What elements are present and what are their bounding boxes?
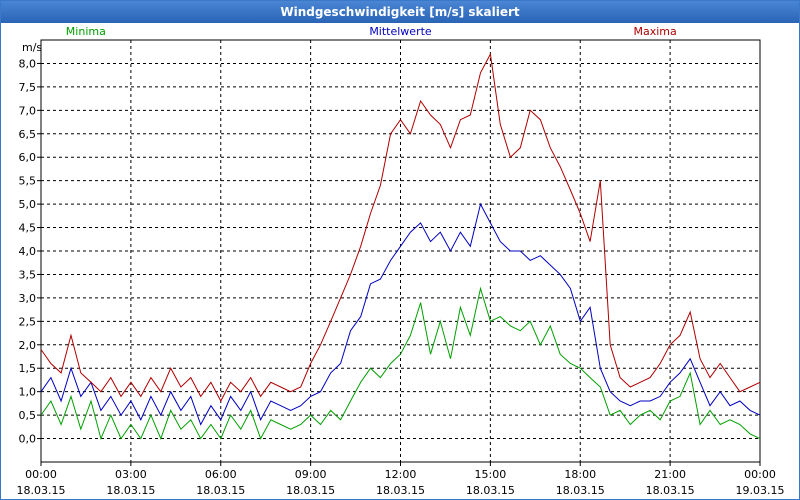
y-tick-label: 4,5 [19, 222, 37, 235]
y-tick-label: 4,0 [19, 245, 37, 258]
y-tick-label: 5,5 [19, 175, 37, 188]
legend-maxima: Maxima [633, 25, 676, 38]
x-tick-time-label: 18:00 [564, 468, 596, 481]
x-tick-date-label: 19.03.15 [736, 484, 785, 497]
legend-minima: Minima [66, 25, 106, 38]
y-axis-label: m/s [22, 41, 42, 54]
y-tick-label: 2,0 [19, 339, 37, 352]
y-tick-label: 6,0 [19, 151, 37, 164]
x-tick-date-label: 18.03.15 [646, 484, 695, 497]
x-tick-time-label: 15:00 [475, 468, 507, 481]
x-tick-time-label: 12:00 [385, 468, 417, 481]
y-tick-label: 0,5 [19, 409, 37, 422]
x-tick-date-label: 18.03.15 [286, 484, 335, 497]
x-tick-date-label: 18.03.15 [466, 484, 515, 497]
y-tick-label: 0,0 [19, 433, 37, 446]
y-tick-label: 8,0 [19, 57, 37, 70]
x-tick-time-label: 06:00 [205, 468, 237, 481]
wind-speed-chart: 0,0 0,5 1,0 1,5 2,0 2,5 3,0 3,5 4,0 4,5 5,0 5,5 6,0 6… [17, 25, 785, 497]
y-tick-label: 1,0 [19, 386, 37, 399]
y-tick-label: 1,5 [19, 362, 37, 375]
x-tick-date-label: 18.03.15 [196, 484, 245, 497]
y-tick-label: 7,5 [19, 81, 37, 94]
legend-mittelwerte: Mittelwerte [369, 25, 432, 38]
x-tick-time-label: 21:00 [654, 468, 686, 481]
x-tick-time-label: 00:00 [25, 468, 57, 481]
y-tick-label: 3,5 [19, 268, 37, 281]
y-tick-label: 6,5 [19, 128, 37, 141]
series-line-mittelwerte [40, 202, 761, 426]
y-tick-label: 2,5 [19, 315, 37, 328]
x-tick-time-label: 03:00 [115, 468, 147, 481]
y-tick-label: 7,0 [19, 104, 37, 117]
y-tick-label: 3,0 [19, 292, 37, 305]
x-tick-date-label: 18.03.15 [106, 484, 155, 497]
y-tick-label: 5,0 [19, 198, 37, 211]
x-tick-time-label: 00:00 [744, 468, 776, 481]
x-tick-date-label: 18.03.15 [17, 484, 66, 497]
x-tick-date-label: 18.03.15 [376, 484, 425, 497]
x-tick-date-label: 18.03.15 [556, 484, 605, 497]
x-tick-time-label: 09:00 [295, 468, 327, 481]
